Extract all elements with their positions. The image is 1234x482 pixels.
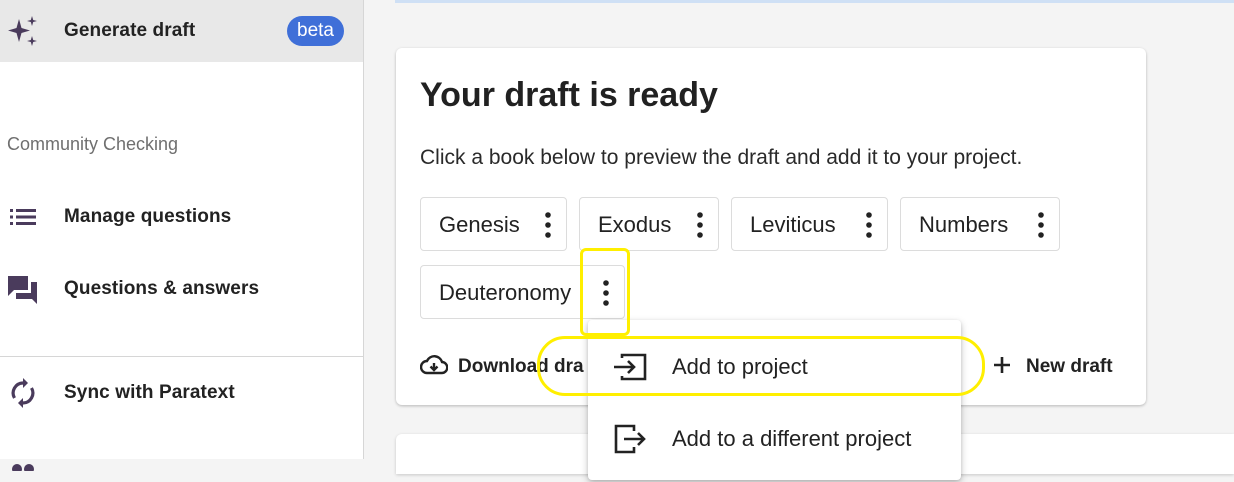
nav-generate-draft-label: Generate draft [64, 20, 196, 41]
cloud-download-icon [419, 354, 449, 381]
list-icon [6, 200, 40, 234]
book-label: Genesis [439, 212, 520, 237]
new-draft-button[interactable]: New draft [992, 352, 1113, 382]
book-label: Leviticus [750, 212, 836, 237]
menu-item-label: Add to a different project [672, 426, 912, 451]
book-label: Exodus [598, 212, 672, 237]
nav-sync-paratext[interactable]: Sync with Paratext [0, 362, 363, 424]
beta-badge: beta [287, 16, 344, 46]
sparkle-icon [6, 14, 40, 48]
forum-icon [6, 272, 40, 306]
menu-item-add-to-different-project[interactable]: Add to a different project [588, 410, 961, 468]
more-vert-icon[interactable] [1030, 208, 1052, 242]
exit-icon [612, 421, 648, 457]
more-vert-icon[interactable] [537, 208, 559, 242]
nav-manage-questions[interactable]: Manage questions [0, 186, 363, 248]
nav-generate-draft[interactable]: Generate draft beta [0, 0, 363, 62]
nav-questions-answers-label: Questions & answers [64, 278, 260, 299]
nav-questions-answers[interactable]: Questions & answers [0, 258, 363, 320]
more-vert-icon[interactable] [689, 208, 711, 242]
sidebar: Generate draft beta Community Checking M… [0, 0, 364, 471]
more-vert-icon[interactable] [858, 208, 880, 242]
book-label: Deuteronomy [439, 280, 572, 305]
new-draft-label: New draft [1026, 356, 1113, 377]
highlight-add-to-project [537, 336, 985, 396]
card-description: Click a book below to preview the draft … [420, 146, 1023, 169]
book-chip-exodus[interactable]: Exodus [579, 197, 719, 251]
section-title-community-checking: Community Checking [7, 134, 179, 154]
highlight-more-button [580, 248, 630, 336]
book-chip-genesis[interactable]: Genesis [420, 197, 567, 251]
top-banner [395, 0, 1234, 3]
nav-sync-paratext-label: Sync with Paratext [64, 382, 235, 403]
book-chip-numbers[interactable]: Numbers [900, 197, 1060, 251]
book-chip-leviticus[interactable]: Leviticus [731, 197, 888, 251]
nav-manage-questions-label: Manage questions [64, 206, 232, 227]
plus-icon [992, 355, 1012, 380]
partial-nav-icon [6, 448, 40, 482]
sync-icon [6, 376, 40, 410]
card-title: Your draft is ready [420, 76, 718, 114]
sidebar-divider [0, 356, 363, 357]
book-label: Numbers [919, 212, 1009, 237]
